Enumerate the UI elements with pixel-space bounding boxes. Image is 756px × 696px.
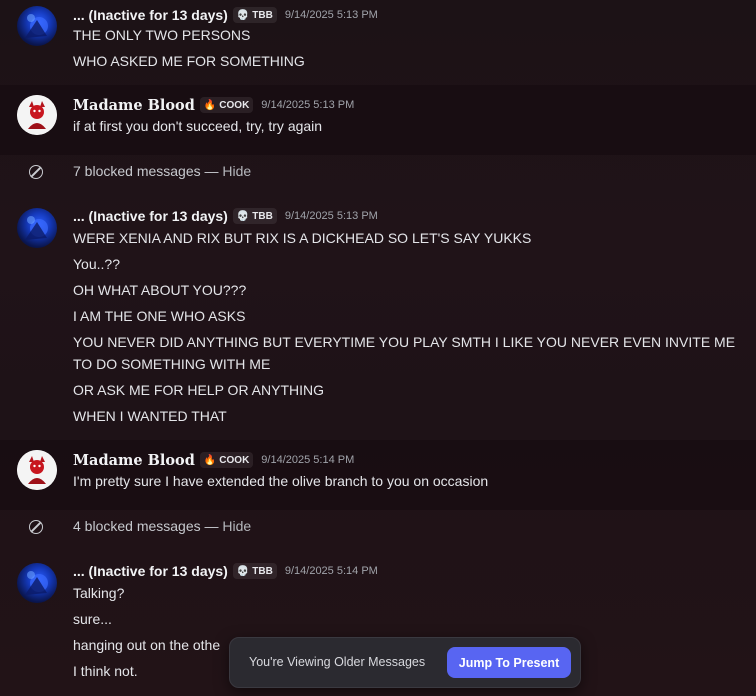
- message-group: ... (Inactive for 13 days) 💀 TBB 9/14/202…: [0, 200, 756, 428]
- avatar[interactable]: [17, 563, 57, 603]
- blocked-messages-notice: 4 blocked messages — Hide: [0, 513, 756, 543]
- block-icon: [29, 165, 43, 179]
- message-text: YOU NEVER DID ANYTHING BUT EVERYTIME YOU…: [73, 334, 736, 372]
- server-tag[interactable]: 💀 TBB: [232, 7, 277, 23]
- username[interactable]: Madame Blood: [73, 97, 195, 114]
- username[interactable]: ... (Inactive for 13 days): [73, 208, 228, 224]
- jump-to-present-button[interactable]: Jump To Present: [447, 647, 571, 678]
- username[interactable]: ... (Inactive for 13 days): [73, 563, 228, 579]
- avatar[interactable]: [17, 450, 57, 490]
- older-messages-text: You're Viewing Older Messages: [249, 655, 426, 669]
- message-text: You..??: [73, 256, 120, 272]
- timestamp: 9/14/2025 5:13 PM: [284, 210, 378, 222]
- timestamp: 9/14/2025 5:14 PM: [261, 454, 355, 466]
- message-group: Madame Blood 🔥 COOK 9/14/2025 5:14 PM I'm…: [0, 440, 756, 510]
- message-text: hanging out on the othe: [73, 637, 221, 653]
- avatar[interactable]: [17, 208, 57, 248]
- timestamp: 9/14/2025 5:13 PM: [261, 99, 355, 111]
- message-text: I'm pretty sure I have extended the oliv…: [73, 473, 489, 489]
- timestamp: 9/14/2025 5:13 PM: [284, 9, 378, 21]
- hide-link[interactable]: Hide: [222, 163, 251, 179]
- blocked-messages-notice: 7 blocked messages — Hide: [0, 158, 756, 188]
- blocked-count-text: 7 blocked messages —: [73, 163, 223, 179]
- message-text: I think not.: [73, 663, 138, 679]
- server-tag[interactable]: 💀 TBB: [232, 563, 277, 579]
- message-text: Talking?: [73, 585, 125, 601]
- message-text: OH WHAT ABOUT YOU???: [73, 282, 247, 298]
- message-group: Madame Blood 🔥 COOK 9/14/2025 5:13 PM if …: [0, 85, 756, 155]
- message-text: if at first you don't succeed, try, try …: [73, 118, 323, 134]
- server-tag[interactable]: 🔥 COOK: [199, 452, 254, 468]
- fire-icon: 🔥: [203, 99, 217, 111]
- block-icon: [29, 520, 43, 534]
- message-text: sure...: [73, 611, 112, 627]
- skull-icon: 💀: [236, 565, 250, 577]
- blocked-count-text: 4 blocked messages —: [73, 518, 223, 534]
- message-text: WHEN I WANTED THAT: [73, 408, 227, 424]
- username[interactable]: ... (Inactive for 13 days): [73, 7, 228, 23]
- username[interactable]: Madame Blood: [73, 452, 195, 469]
- message-text: I AM THE ONE WHO ASKS: [73, 308, 246, 324]
- server-tag[interactable]: 💀 TBB: [232, 208, 277, 224]
- message-text: WERE XENIA AND RIX BUT RIX IS A DICKHEAD…: [73, 230, 532, 246]
- older-messages-bar: You're Viewing Older Messages Jump To Pr…: [229, 637, 581, 688]
- timestamp: 9/14/2025 5:14 PM: [284, 565, 378, 577]
- message-text: OR ASK ME FOR HELP OR ANYTHING: [73, 382, 325, 398]
- server-tag[interactable]: 🔥 COOK: [199, 97, 254, 113]
- fire-icon: 🔥: [203, 454, 217, 466]
- message-text: WHO ASKED ME FOR SOMETHING: [73, 53, 305, 69]
- chat-log: ... (Inactive for 13 days) 💀 TBB 9/14/202…: [0, 0, 756, 696]
- hide-link[interactable]: Hide: [222, 518, 251, 534]
- avatar[interactable]: [17, 6, 57, 46]
- skull-icon: 💀: [236, 210, 250, 222]
- message-text: THE ONLY TWO PERSONS: [73, 27, 251, 43]
- skull-icon: 💀: [236, 9, 250, 21]
- message-group: ... (Inactive for 13 days) 💀 TBB 9/14/202…: [0, 0, 756, 75]
- avatar[interactable]: [17, 95, 57, 135]
